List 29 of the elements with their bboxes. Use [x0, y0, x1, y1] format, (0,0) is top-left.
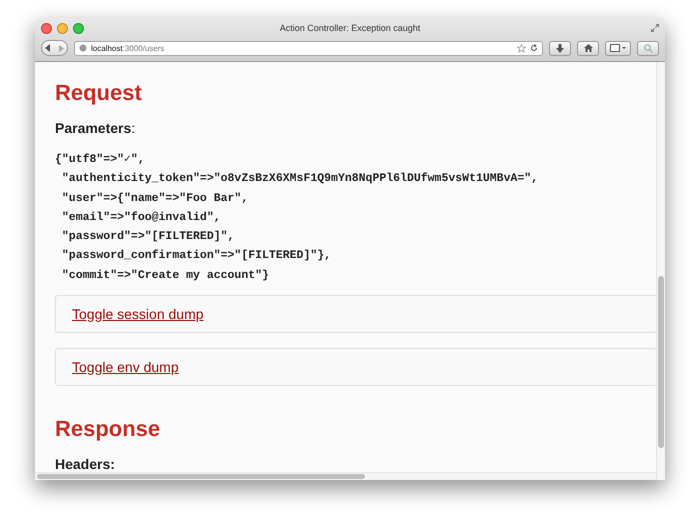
section-heading: Response: [55, 416, 162, 442]
house-icon: [584, 44, 592, 52]
vertical-scrollbar[interactable]: [656, 62, 665, 480]
star-icon[interactable]: [517, 44, 526, 52]
window-dropdown-icon: [610, 44, 626, 52]
colon-text: :: [131, 120, 136, 136]
parameters-dump: {"utf8"=>"✓", "authenticity_token"=>"o8vZsBzX6XMsF1Q9mYn8NqPPl6lDUfwm5vsWt1UMBvA=", "user"=>{"name"=>"Foo Bar", "email"=>"foo@invalid", "password"=>"[FILTERED]", "password_confirmation"=>"[FILTERED]"}, "commit"=>"Create my account"}: [55, 152, 540, 284]
parameters-label: Parameters: [55, 120, 132, 136]
home-button[interactable]: [577, 40, 599, 56]
window-control-button[interactable]: [73, 22, 84, 34]
toggle-link[interactable]: Toggle env dump: [72, 359, 179, 376]
toggle-link[interactable]: Toggle session dump: [72, 306, 204, 322]
address-field[interactable]: localhost:3000/users: [74, 40, 543, 56]
back-forward-button[interactable]: [41, 40, 68, 56]
search-icon: [644, 44, 652, 52]
window-control-button[interactable]: [57, 22, 68, 34]
fullscreen-icon[interactable]: [651, 24, 659, 32]
download-button[interactable]: [549, 40, 571, 56]
headers-label: Headers:: [55, 456, 116, 472]
window-title: Action Controller: Exception caught: [280, 23, 420, 33]
back-arrow-icon[interactable]: [45, 44, 51, 52]
tab-menu-button[interactable]: [605, 40, 631, 56]
section-heading: Request: [55, 80, 143, 106]
window-control-button[interactable]: [41, 22, 52, 34]
down-arrow-icon: [556, 44, 564, 52]
forward-arrow-icon[interactable]: [59, 44, 64, 52]
reload-icon[interactable]: [530, 44, 538, 52]
search-button[interactable]: [637, 40, 659, 56]
horizontal-scrollbar[interactable]: [35, 472, 656, 480]
